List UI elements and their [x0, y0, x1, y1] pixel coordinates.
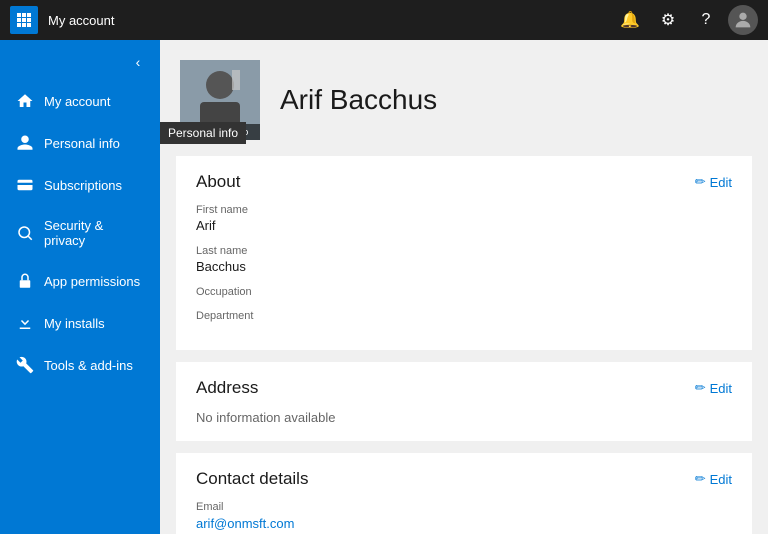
sidebar-item-app-permissions[interactable]: App permissions	[0, 260, 160, 302]
department-field: Department	[196, 310, 732, 322]
first-name-label: First name	[196, 204, 732, 216]
occupation-label: Occupation	[196, 286, 732, 298]
notifications-icon[interactable]: 🔔	[614, 4, 646, 36]
download-icon	[16, 314, 34, 332]
sidebar-label-my-installs: My installs	[44, 316, 105, 331]
help-icon[interactable]: ?	[690, 4, 722, 36]
sidebar-item-subscriptions[interactable]: Subscriptions	[0, 164, 160, 206]
about-section: About ✏ Edit First name Arif Last name B…	[176, 156, 752, 350]
first-name-field: First name Arif	[196, 204, 732, 233]
sidebar-nav: My account Personal info Personal info S…	[0, 80, 160, 386]
edit-pencil-icon: ✏	[695, 174, 706, 190]
change-photo-button[interactable]: Change photo	[180, 124, 260, 140]
address-no-info: No information available	[196, 410, 732, 425]
contact-edit-label: Edit	[710, 472, 732, 487]
sidebar-item-personal-info[interactable]: Personal info Personal info	[0, 122, 160, 164]
email-label: Email	[196, 501, 732, 513]
sidebar-label-tools-addins: Tools & add-ins	[44, 358, 133, 373]
wrench-icon	[16, 356, 34, 374]
department-label: Department	[196, 310, 732, 322]
sidebar-label-subscriptions: Subscriptions	[44, 178, 122, 193]
avatar[interactable]	[728, 5, 758, 35]
profile-name: Arif Bacchus	[280, 84, 437, 116]
content-area: Change photo Arif Bacchus About ✏ Edit F…	[160, 40, 768, 534]
address-header: Address ✏ Edit	[196, 378, 732, 398]
address-edit-pencil-icon: ✏	[695, 380, 706, 396]
about-title: About	[196, 172, 240, 192]
contact-header: Contact details ✏ Edit	[196, 469, 732, 489]
contact-title: Contact details	[196, 469, 308, 489]
address-edit-button[interactable]: ✏ Edit	[695, 380, 732, 396]
sidebar-label-security-privacy: Security & privacy	[44, 218, 144, 248]
grid-icon[interactable]	[10, 6, 38, 34]
settings-icon[interactable]: ⚙	[652, 4, 684, 36]
lock-icon	[16, 272, 34, 290]
about-edit-label: Edit	[710, 175, 732, 190]
about-edit-button[interactable]: ✏ Edit	[695, 174, 732, 190]
sidebar-label-personal-info: Personal info	[44, 136, 120, 151]
contact-edit-pencil-icon: ✏	[695, 471, 706, 487]
topbar: My account 🔔 ⚙ ?	[0, 0, 768, 40]
search-icon	[16, 224, 34, 242]
email-value[interactable]: arif@onmsft.com	[196, 516, 294, 531]
email-field: Email arif@onmsft.com	[196, 501, 732, 533]
sidebar-item-tools-addins[interactable]: Tools & add-ins	[0, 344, 160, 386]
sidebar: ‹ My account Personal info Personal info	[0, 40, 160, 534]
last-name-label: Last name	[196, 245, 732, 257]
first-name-value: Arif	[196, 218, 732, 233]
profile-photo-container: Change photo	[180, 60, 260, 140]
last-name-value: Bacchus	[196, 259, 732, 274]
contact-edit-button[interactable]: ✏ Edit	[695, 471, 732, 487]
home-icon	[16, 92, 34, 110]
sidebar-collapse-button[interactable]: ‹	[126, 50, 150, 74]
occupation-field: Occupation	[196, 286, 732, 298]
address-edit-label: Edit	[710, 381, 732, 396]
sidebar-label-my-account: My account	[44, 94, 110, 109]
profile-header: Change photo Arif Bacchus	[160, 40, 768, 156]
main-layout: ‹ My account Personal info Personal info	[0, 40, 768, 534]
contact-section: Contact details ✏ Edit Email arif@onmsft…	[176, 453, 752, 534]
topbar-title: My account	[48, 13, 614, 28]
address-section: Address ✏ Edit No information available	[176, 362, 752, 441]
person-icon	[16, 134, 34, 152]
about-header: About ✏ Edit	[196, 172, 732, 192]
sidebar-item-my-account[interactable]: My account	[0, 80, 160, 122]
address-title: Address	[196, 378, 258, 398]
sidebar-label-app-permissions: App permissions	[44, 274, 140, 289]
sidebar-item-my-installs[interactable]: My installs	[0, 302, 160, 344]
topbar-icons: 🔔 ⚙ ?	[614, 4, 758, 36]
last-name-field: Last name Bacchus	[196, 245, 732, 274]
card-icon	[16, 176, 34, 194]
sidebar-item-security-privacy[interactable]: Security & privacy	[0, 206, 160, 260]
